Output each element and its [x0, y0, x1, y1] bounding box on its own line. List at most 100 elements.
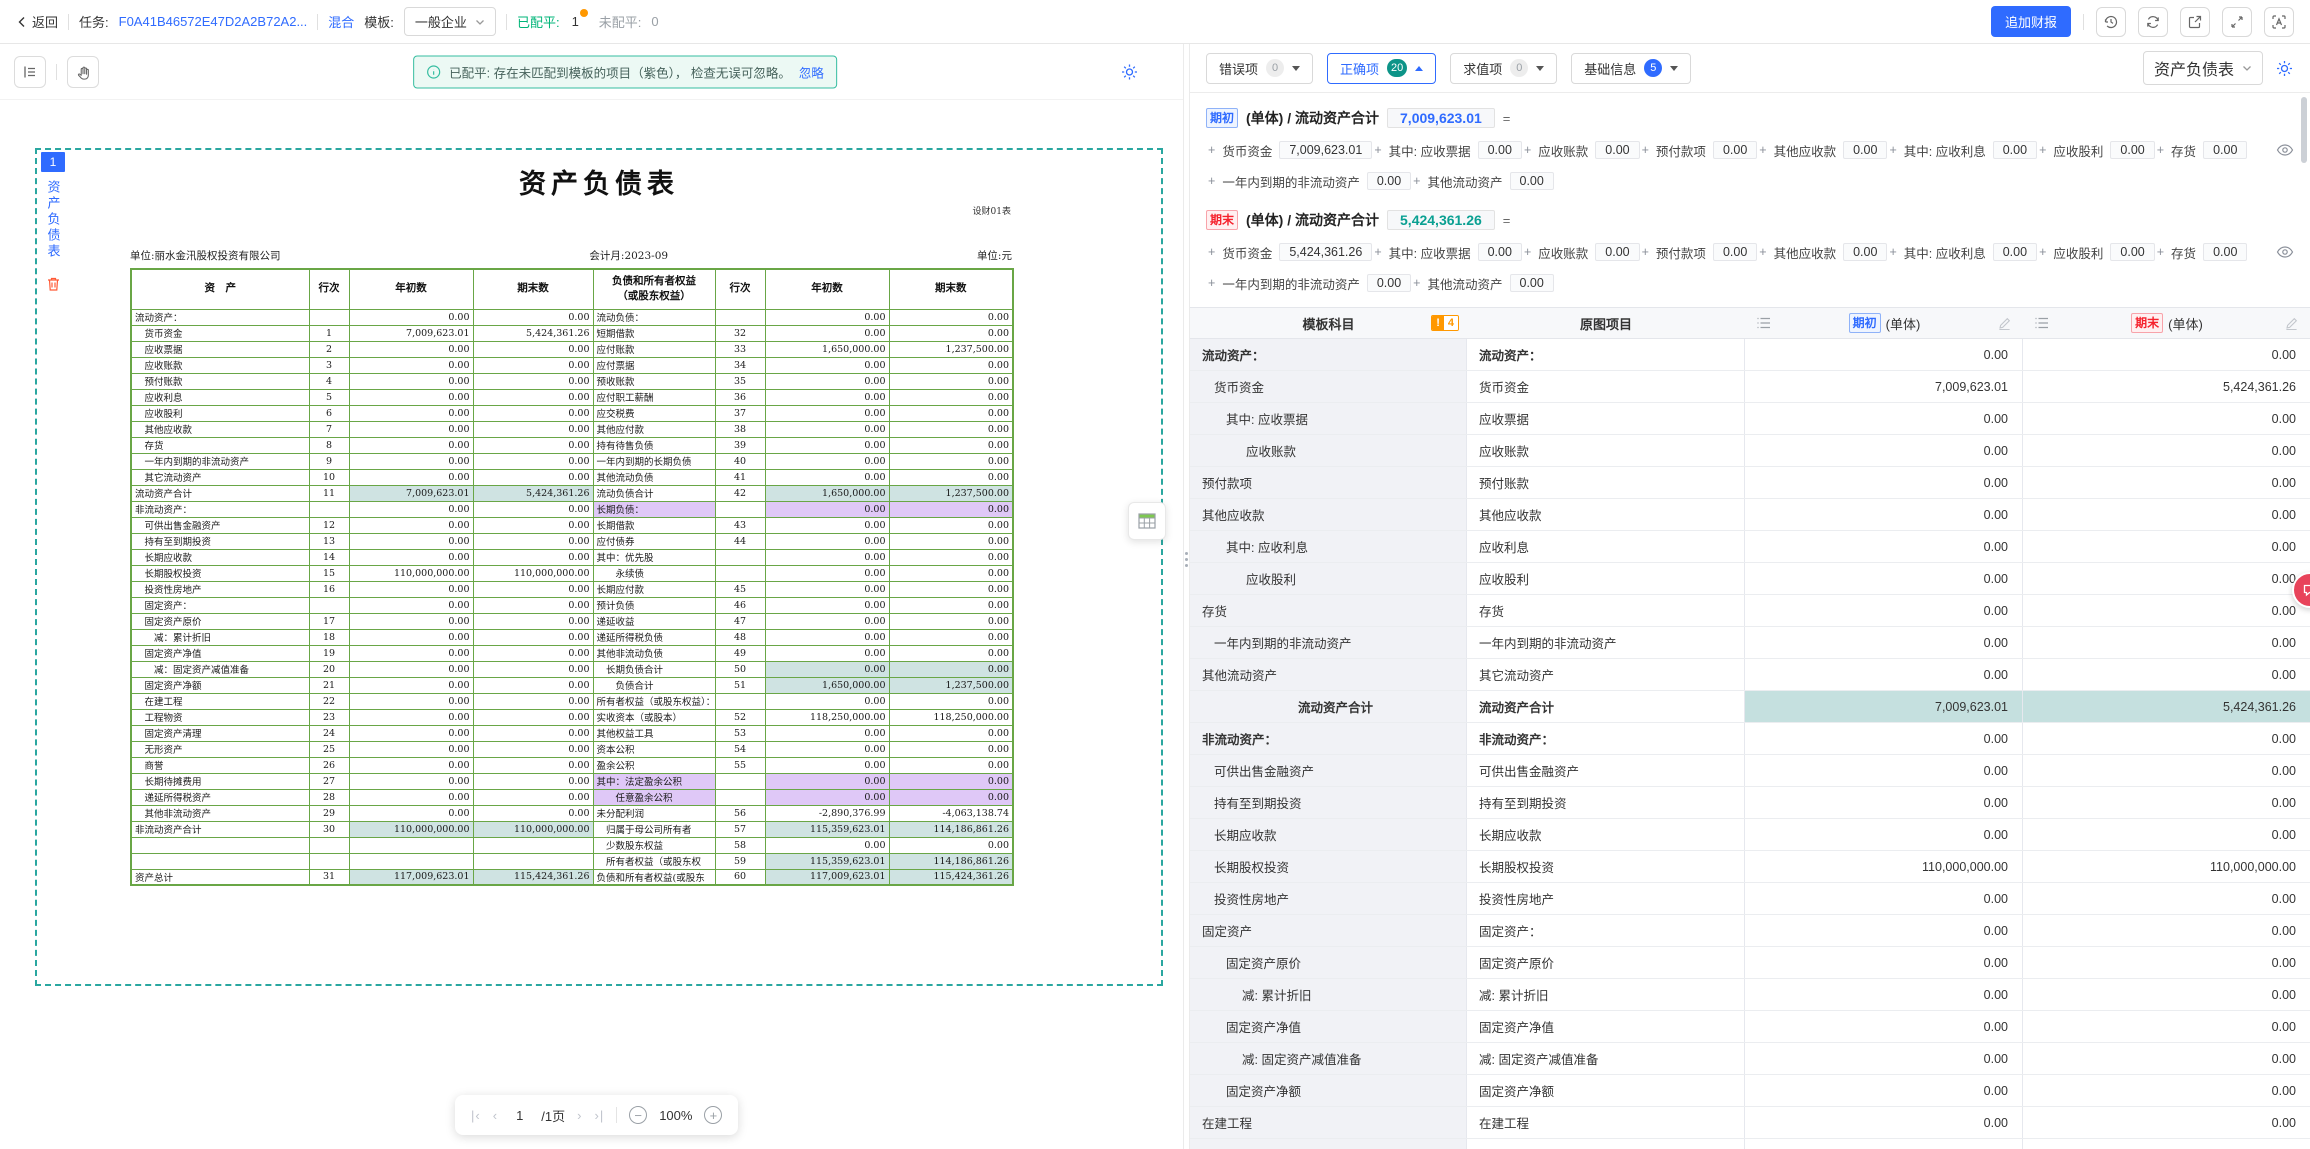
end-value-cell[interactable]: 5,424,361.26 [2023, 371, 2310, 402]
doc-settings-button[interactable] [1120, 62, 1139, 81]
template-subject-cell[interactable]: 固定资产净值 [1190, 1011, 1467, 1042]
sheet-row[interactable]: 其他非流动资产290.000.00未分配利润56-2,890,376.99-4,… [131, 805, 1013, 821]
begin-value-cell[interactable]: 0.00 [1745, 1075, 2023, 1106]
back-button[interactable]: 返回 [16, 12, 58, 31]
mapping-row[interactable]: 固定资产净值固定资产净值0.000.00 [1190, 1011, 2310, 1043]
mapping-row[interactable]: 其中: 应收票据应收票据0.000.00 [1190, 403, 2310, 435]
begin-value-cell[interactable]: 0.00 [1745, 1107, 2023, 1138]
mapping-row[interactable]: 其他流动资产其它流动资产0.000.00 [1190, 659, 2310, 691]
pan-tool-button[interactable] [67, 56, 99, 88]
formula-total-value[interactable]: 7,009,623.01 [1387, 108, 1495, 128]
end-value-cell[interactable]: 0.00 [2023, 787, 2310, 818]
mapping-row[interactable]: 长期股权投资长期股权投资110,000,000.00110,000,000.00 [1190, 851, 2310, 883]
sheet-row[interactable]: 递延所得税资产280.000.00 任意盈余公积0.000.00 [131, 789, 1013, 805]
template-subject-cell[interactable]: 减: 累计折旧 [1190, 979, 1467, 1010]
sheet-row[interactable]: 应收账款30.000.00应付票据340.000.00 [131, 357, 1013, 373]
formula-item-value[interactable]: 0.00 [1478, 141, 1522, 159]
end-value-cell[interactable]: 0.00 [2023, 1107, 2310, 1138]
thumbnail-panel-button[interactable] [14, 56, 46, 88]
original-item-cell[interactable]: 预付账款 [1467, 467, 1745, 498]
sheet-row[interactable]: 固定资产：0.000.00预计负债460.000.00 [131, 597, 1013, 613]
end-value-cell[interactable]: 0.00 [2023, 595, 2310, 626]
panel-settings-button[interactable] [2275, 59, 2294, 78]
original-item-cell[interactable]: 货币资金 [1467, 371, 1745, 402]
original-item-cell[interactable]: 固定资产： [1467, 915, 1745, 946]
end-value-cell[interactable]: 0.00 [2023, 947, 2310, 978]
end-value-cell[interactable]: 5,424,361.26 [2023, 691, 2310, 722]
begin-value-cell[interactable]: 0.00 [1745, 403, 2023, 434]
template-subject-cell[interactable]: 减: 固定资产减值准备 [1190, 1043, 1467, 1074]
begin-value-cell[interactable]: 0.00 [1745, 723, 2023, 754]
begin-value-cell[interactable]: 7,009,623.01 [1745, 691, 2023, 722]
mapping-row[interactable]: 投资性房地产投资性房地产0.000.00 [1190, 883, 2310, 915]
sheet-row[interactable]: 流动资产合计117,009,623.015,424,361.26流动负债合计42… [131, 485, 1013, 501]
original-item-cell[interactable]: 应收股利 [1467, 563, 1745, 594]
original-item-cell[interactable]: 其它流动资产 [1467, 659, 1745, 690]
mapping-row[interactable]: 固定资产原价固定资产原价0.000.00 [1190, 947, 2310, 979]
end-value-cell[interactable]: 0.00 [2023, 499, 2310, 530]
end-value-cell[interactable]: 0.00 [2023, 1139, 2310, 1149]
formula-item-value[interactable]: 7,009,623.01 [1279, 141, 1372, 159]
template-subject-cell[interactable]: 流动资产合计 [1190, 691, 1467, 722]
end-value-cell[interactable]: 0.00 [2023, 435, 2310, 466]
mapping-row[interactable]: 可供出售金融资产可供出售金融资产0.000.00 [1190, 755, 2310, 787]
begin-value-cell[interactable]: 0.00 [1745, 627, 2023, 658]
template-subject-cell[interactable]: 非流动资产： [1190, 723, 1467, 754]
mapping-row[interactable]: 固定资产固定资产：0.000.00 [1190, 915, 2310, 947]
begin-value-cell[interactable]: 0.00 [1745, 467, 2023, 498]
refresh-button[interactable] [2138, 7, 2168, 37]
begin-value-cell[interactable]: 7,009,623.01 [1745, 371, 2023, 402]
formula-item-value[interactable]: 0.00 [1843, 141, 1887, 159]
sheet-row[interactable]: 长期股权投资15110,000,000.00110,000,000.00 永续债… [131, 565, 1013, 581]
sheet-row[interactable]: 固定资产原价170.000.00递延收益470.000.00 [131, 613, 1013, 629]
mapping-row[interactable]: 一年内到期的非流动资产一年内到期的非流动资产0.000.00 [1190, 627, 2310, 659]
template-subject-cell[interactable]: 投资性房地产 [1190, 883, 1467, 914]
template-select[interactable]: 一般企业 [404, 7, 496, 36]
template-subject-cell[interactable]: 可供出售金融资产 [1190, 755, 1467, 786]
delete-page-button[interactable] [46, 276, 61, 292]
ocr-recognize-button[interactable] [2264, 7, 2294, 37]
template-subject-cell[interactable]: 货币资金 [1190, 371, 1467, 402]
original-item-cell[interactable]: 应收账款 [1467, 435, 1745, 466]
add-report-button[interactable]: 追加财报 [1991, 6, 2071, 37]
formula-item-value[interactable]: 0.00 [1478, 243, 1522, 261]
begin-value-cell[interactable]: 110,000,000.00 [1745, 851, 2023, 882]
history-button[interactable] [2096, 7, 2126, 37]
sheet-row[interactable]: 固定资产清理240.000.00其他权益工具530.000.00 [131, 725, 1013, 741]
formula-item-value[interactable]: 0.00 [2110, 243, 2154, 261]
warning-count-badge[interactable]: !4 [1431, 315, 1459, 331]
formula-item-value[interactable]: 0.00 [1993, 243, 2037, 261]
sheet-row[interactable]: 所有者权益（或股东权59115,359,623.01114,186,861.26 [131, 853, 1013, 869]
end-value-cell[interactable]: 0.00 [2023, 1043, 2310, 1074]
end-value-cell[interactable]: 0.00 [2023, 819, 2310, 850]
fullscreen-button[interactable] [2222, 7, 2252, 37]
sheet-row[interactable]: 商誉260.000.00盈余公积550.000.00 [131, 757, 1013, 773]
original-item-cell[interactable]: 非流动资产： [1467, 723, 1745, 754]
original-item-cell[interactable]: 减: 固定资产减值准备 [1467, 1043, 1745, 1074]
end-value-cell[interactable]: 0.00 [2023, 755, 2310, 786]
sheet-row[interactable]: 货币资金17,009,623.015,424,361.26短期借款320.000… [131, 325, 1013, 341]
sheet-row[interactable]: 固定资产净值190.000.00其他非流动负债490.000.00 [131, 645, 1013, 661]
panel-splitter[interactable] [1183, 44, 1190, 1149]
mapping-row[interactable]: 流动资产合计流动资产合计7,009,623.015,424,361.26 [1190, 691, 2310, 723]
template-subject-cell[interactable]: 预付款项 [1190, 467, 1467, 498]
begin-value-cell[interactable]: 0.00 [1745, 915, 2023, 946]
mapping-row[interactable]: 减: 固定资产减值准备减: 固定资产减值准备0.000.00 [1190, 1043, 2310, 1075]
original-item-cell[interactable]: 存货 [1467, 595, 1745, 626]
begin-value-cell[interactable]: 0.00 [1745, 819, 2023, 850]
begin-value-cell[interactable]: 0.00 [1745, 979, 2023, 1010]
template-subject-cell[interactable]: 流动资产： [1190, 339, 1467, 370]
eye-toggle-button[interactable] [2266, 240, 2294, 264]
template-subject-cell[interactable]: 应收股利 [1190, 563, 1467, 594]
mapping-row[interactable]: 存货存货0.000.00 [1190, 595, 2310, 627]
original-item-cell[interactable]: 投资性房地产 [1467, 883, 1745, 914]
template-subject-cell[interactable]: 固定资产 [1190, 915, 1467, 946]
end-value-cell[interactable]: 0.00 [2023, 979, 2310, 1010]
template-subject-cell[interactable]: 持有至到期投资 [1190, 787, 1467, 818]
formula-item-value[interactable]: 0.00 [1993, 141, 2037, 159]
original-item-cell[interactable]: 可供出售金融资产 [1467, 755, 1745, 786]
begin-value-cell[interactable]: 0.00 [1745, 595, 2023, 626]
formula-item-value[interactable]: 5,424,361.26 [1279, 243, 1372, 261]
end-value-cell[interactable]: 0.00 [2023, 1075, 2310, 1106]
begin-value-cell[interactable]: 0.00 [1745, 1043, 2023, 1074]
